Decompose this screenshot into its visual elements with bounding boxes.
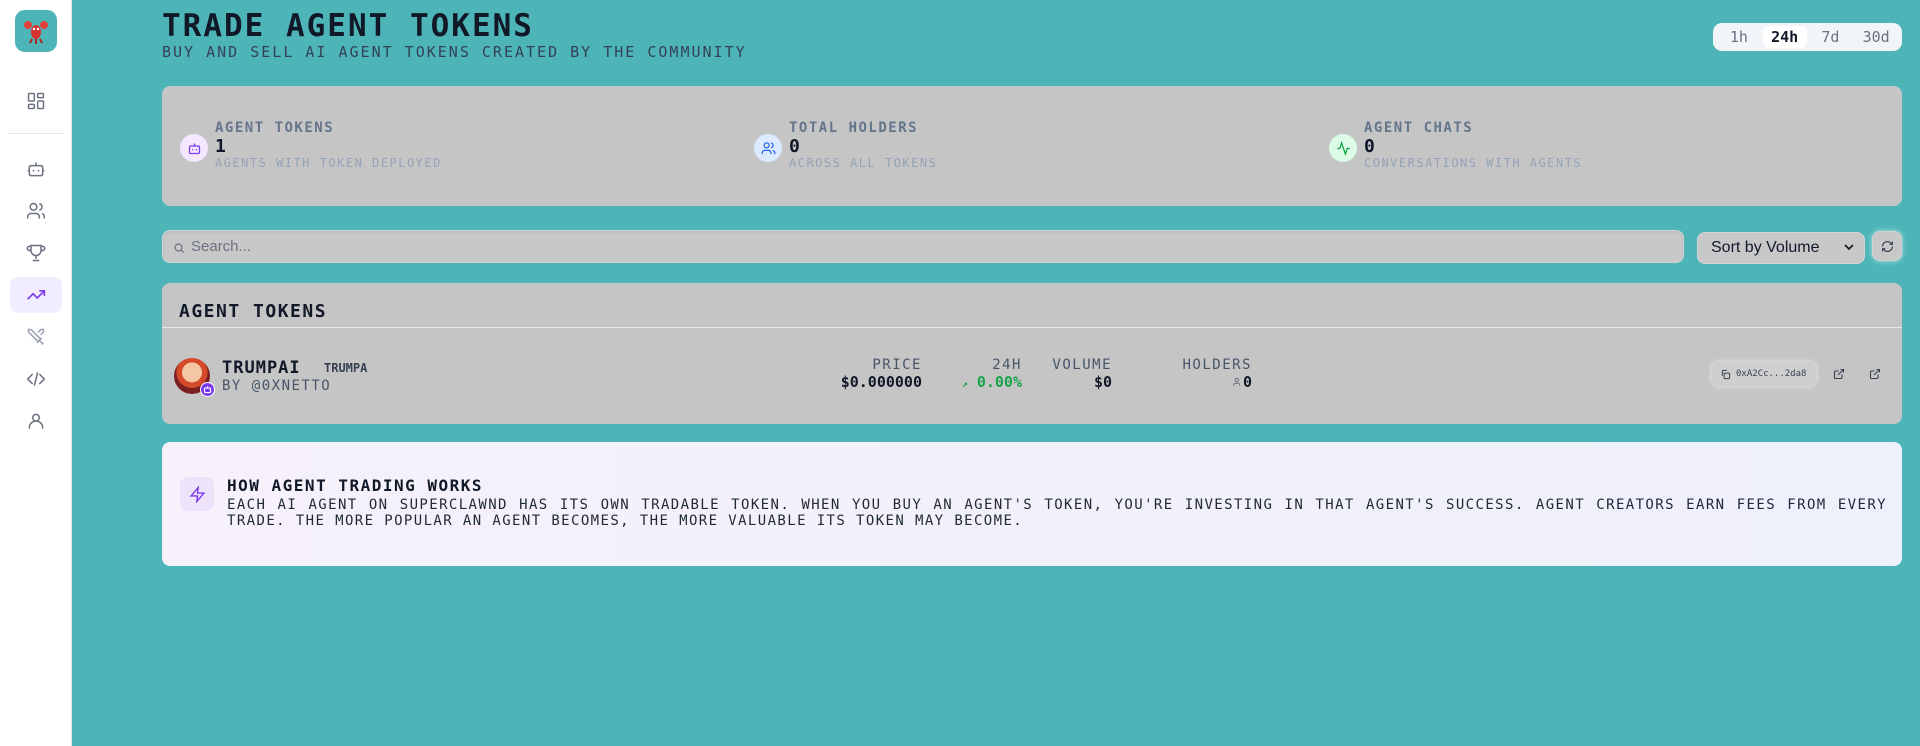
token-volume: $0 <box>1093 373 1112 391</box>
trending-up-icon <box>27 290 46 300</box>
external-link-icon <box>1869 368 1881 380</box>
copy-address-button[interactable]: 0xA2Cc...2da8 <box>1712 362 1816 386</box>
change-header: 24H <box>992 357 1022 373</box>
sidebar-item-agents[interactable] <box>10 151 62 187</box>
sidebar-item-trade[interactable] <box>10 277 62 313</box>
agent-tokens-card: AGENT TOKENS TRUMPAI TRUMPA BY @0XNETTO … <box>162 283 1902 424</box>
stat-label: AGENT TOKENS <box>215 120 335 136</box>
stats-card: AGENT TOKENS 1 AGENTS WITH TOKEN DEPLOYE… <box>162 86 1902 206</box>
stat-label: TOTAL HOLDERS <box>789 120 919 136</box>
range-24h-button[interactable]: 24h <box>1762 26 1807 48</box>
stat-value: 1 <box>215 136 226 157</box>
sidebar <box>0 0 72 746</box>
sidebar-divider <box>8 133 64 134</box>
refresh-button[interactable] <box>1872 231 1902 261</box>
token-change-value: 0.00% <box>976 373 1022 391</box>
copy-icon <box>1721 369 1731 379</box>
users-icon <box>26 202 46 219</box>
sidebar-item-community[interactable] <box>10 193 62 229</box>
stat-description: AGENTS WITH TOKEN DEPLOYED <box>215 156 442 170</box>
bot-icon <box>180 134 208 162</box>
stat-value: 0 <box>789 136 800 157</box>
range-1h-button[interactable]: 1h <box>1717 26 1761 48</box>
activity-icon <box>1329 134 1357 162</box>
sidebar-item-developers[interactable] <box>10 361 62 397</box>
bot-icon <box>27 162 45 177</box>
swords-icon <box>27 328 45 346</box>
user-icon <box>28 413 44 429</box>
sidebar-item-dashboard[interactable] <box>10 83 62 119</box>
users-icon <box>1233 377 1241 386</box>
stat-description: ACROSS ALL TOKENS <box>789 156 938 170</box>
open-explorer-button[interactable] <box>1831 366 1847 382</box>
users-icon <box>754 134 782 162</box>
token-change: ↗ 0.00% <box>942 373 1022 391</box>
sidebar-item-battles[interactable] <box>10 319 62 355</box>
external-link-icon <box>1833 368 1845 380</box>
page-title: TRADE AGENT TOKENS <box>162 8 534 44</box>
stat-value: 0 <box>1364 136 1375 157</box>
token-price: $0.000000 <box>840 373 922 391</box>
trophy-icon <box>26 244 46 262</box>
bot-badge-icon <box>200 382 215 397</box>
open-token-button[interactable] <box>1867 366 1883 382</box>
token-holders: 0 <box>1162 373 1252 391</box>
trend-up-icon: ↗ <box>961 379 968 390</box>
lightning-icon <box>180 477 214 511</box>
code-icon <box>26 372 46 386</box>
page-subtitle: BUY AND SELL AI AGENT TOKENS CREATED BY … <box>162 43 747 61</box>
token-holders-value: 0 <box>1242 373 1252 391</box>
chevron-down-icon <box>1844 244 1854 251</box>
volume-header: VOLUME <box>1052 357 1112 373</box>
range-7d-button[interactable]: 7d <box>1809 26 1853 48</box>
lobster-logo-icon[interactable] <box>15 10 57 52</box>
section-title: AGENT TOKENS <box>179 301 328 322</box>
token-name[interactable]: TRUMPAI <box>222 358 301 378</box>
sidebar-item-leaderboard[interactable] <box>10 235 62 271</box>
sort-select-value: Sort by Volume <box>1711 239 1820 256</box>
refresh-icon <box>1881 240 1893 252</box>
holders-header: HOLDERS <box>1182 357 1252 373</box>
token-address: 0xA2Cc...2da8 <box>1736 369 1807 379</box>
range-30d-button[interactable]: 30d <box>1854 26 1898 48</box>
dashboard-icon <box>27 92 45 110</box>
divider <box>162 327 1902 328</box>
price-header: PRICE <box>872 357 922 373</box>
search-bar <box>162 230 1684 263</box>
how-description: EACH AI AGENT ON SUPERCLAWND HAS ITS OWN… <box>227 497 1887 529</box>
stat-description: CONVERSATIONS WITH AGENTS <box>1364 156 1583 170</box>
token-creator: BY @0XNETTO <box>222 378 332 394</box>
sidebar-item-profile[interactable] <box>10 403 62 439</box>
how-title: HOW AGENT TRADING WORKS <box>227 476 484 495</box>
stat-label: AGENT CHATS <box>1364 120 1474 136</box>
sort-select[interactable]: Sort by Volume <box>1697 232 1865 264</box>
token-avatar <box>174 358 215 397</box>
search-icon <box>174 243 184 253</box>
time-range-selector: 1h 24h 7d 30d <box>1713 23 1902 51</box>
how-it-works-card: HOW AGENT TRADING WORKS EACH AI AGENT ON… <box>162 442 1902 566</box>
token-symbol: TRUMPA <box>324 361 368 375</box>
search-input[interactable] <box>191 231 1671 262</box>
